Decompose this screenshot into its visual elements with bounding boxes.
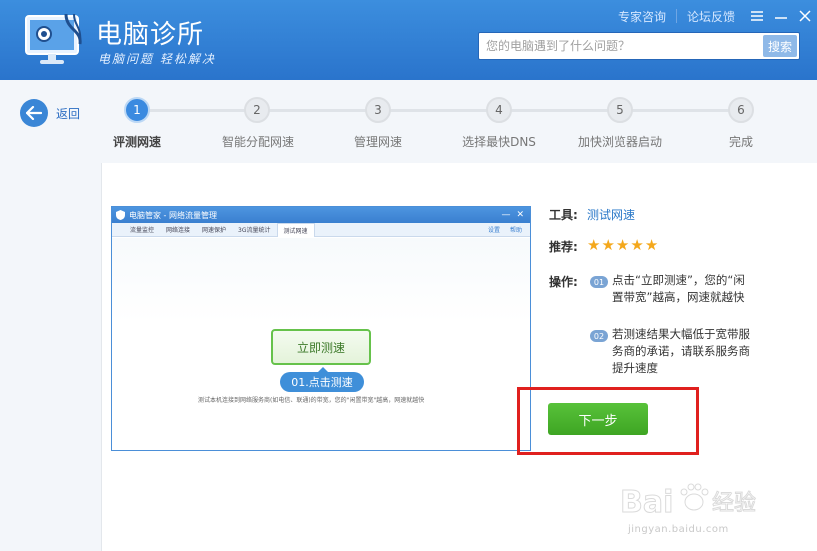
step-3-label[interactable]: 管理网速 [354, 133, 402, 150]
step-2-circle[interactable]: 2 [244, 97, 270, 123]
back-button[interactable]: 返回 [20, 99, 80, 127]
app-header: 电脑诊所 电脑问题 轻松解决 专家咨询 论坛反馈 搜索 [0, 0, 817, 80]
star-icon: ★ [644, 236, 659, 254]
app-title: 电脑诊所 [96, 20, 205, 50]
menu-icon [751, 11, 763, 21]
close-icon: ✕ [516, 210, 524, 220]
tool-label: 工具: [549, 208, 578, 222]
screenshot-titlebar: 电脑管家 - 网络流量管理 — ✕ [112, 207, 530, 223]
minimize-button[interactable] [769, 6, 793, 26]
screenshot-title: 电脑管家 - 网络流量管理 [129, 210, 217, 220]
tab-speed-protection: 网速保护 [202, 227, 227, 234]
step-4-label[interactable]: 选择最快DNS [462, 133, 536, 150]
step-4-circle[interactable]: 4 [486, 97, 512, 123]
back-label: 返回 [56, 106, 81, 121]
tool-link[interactable]: 测试网速 [587, 206, 635, 223]
screenshot-description: 测试本机连接到网络服务商(如电信、联通)的带宽，您的"闲置带宽"越高，网速就越快 [198, 397, 425, 404]
tab-speed-test: 测试网速 [276, 222, 315, 237]
minimize-icon: — [501, 210, 511, 220]
star-icon: ★ [601, 236, 615, 254]
rating-stars: ★ ★ ★ ★ ★ [587, 237, 658, 253]
svg-text:经验: 经验 [712, 491, 756, 516]
step-badge-02: 02 [590, 330, 608, 342]
screenshot-tabs: 流量监控 网络连接 网速保护 3G流量统计 测试网速 设置 帮助 [112, 222, 530, 237]
operation-text-2: 若测速结果大幅低于宽带服务商的承诺，请联系服务商提升速度 [612, 327, 750, 375]
step-3-circle[interactable]: 3 [365, 97, 391, 123]
watermark-url: jingyan.baidu.com [628, 524, 729, 535]
top-links: 专家咨询 论坛反馈 [608, 6, 817, 26]
search-box: 搜索 [478, 32, 800, 60]
step-6-circle[interactable]: 6 [728, 97, 754, 123]
forum-feedback-link[interactable]: 论坛反馈 [677, 8, 745, 25]
operation-text-1: 点击“立即测速”，您的“闲置带宽”越高，网速就越快 [612, 273, 745, 304]
step-1-label[interactable]: 评测网速 [113, 133, 161, 150]
star-icon: ★ [615, 236, 630, 254]
shield-icon [116, 210, 125, 220]
svg-text:Bai: Bai [620, 485, 673, 520]
tab-traffic-monitor: 流量监控 [130, 227, 155, 234]
measure-now-button: 立即测速 [271, 329, 371, 365]
screenshot-body: 立即测速 01.点击测速 测试本机连接到网络服务商(如电信、联通)的带宽，您的"… [112, 238, 530, 450]
monitor-stethoscope-icon [25, 13, 82, 64]
app-slogan: 电脑问题 轻松解决 [98, 52, 216, 66]
step-5-label[interactable]: 加快浏览器启动 [578, 133, 662, 150]
steps-progress-line [138, 109, 741, 112]
step-1-circle[interactable]: 1 [124, 97, 150, 123]
step-6-label[interactable]: 完成 [729, 133, 753, 150]
operation-label: 操作: [549, 275, 578, 289]
expert-consult-link[interactable]: 专家咨询 [608, 8, 676, 25]
tip-bubble: 01.点击测速 [280, 367, 364, 392]
help-link: 帮助 [509, 227, 522, 234]
search-button[interactable]: 搜索 [763, 35, 797, 57]
step-5-circle[interactable]: 5 [607, 97, 633, 123]
settings-link: 设置 [487, 227, 500, 234]
highlight-annotation-box [517, 387, 699, 455]
menu-button[interactable] [745, 6, 769, 26]
tab-network-connections: 网络连接 [166, 227, 191, 234]
star-icon: ★ [587, 236, 601, 254]
search-input[interactable] [479, 33, 763, 59]
tutorial-screenshot: 电脑管家 - 网络流量管理 — ✕ 流量监控 网络连接 网速保护 3G流量统计 … [111, 206, 531, 451]
step-2-label[interactable]: 智能分配网速 [222, 133, 294, 150]
close-button[interactable] [793, 6, 817, 26]
star-icon: ★ [630, 236, 644, 254]
minimize-icon [775, 17, 787, 19]
close-icon [799, 10, 811, 22]
rating-label: 推荐: [549, 240, 578, 254]
arrow-left-icon [20, 99, 48, 127]
tab-3g-traffic: 3G流量统计 [238, 227, 271, 234]
step-badge-01: 01 [590, 276, 608, 288]
